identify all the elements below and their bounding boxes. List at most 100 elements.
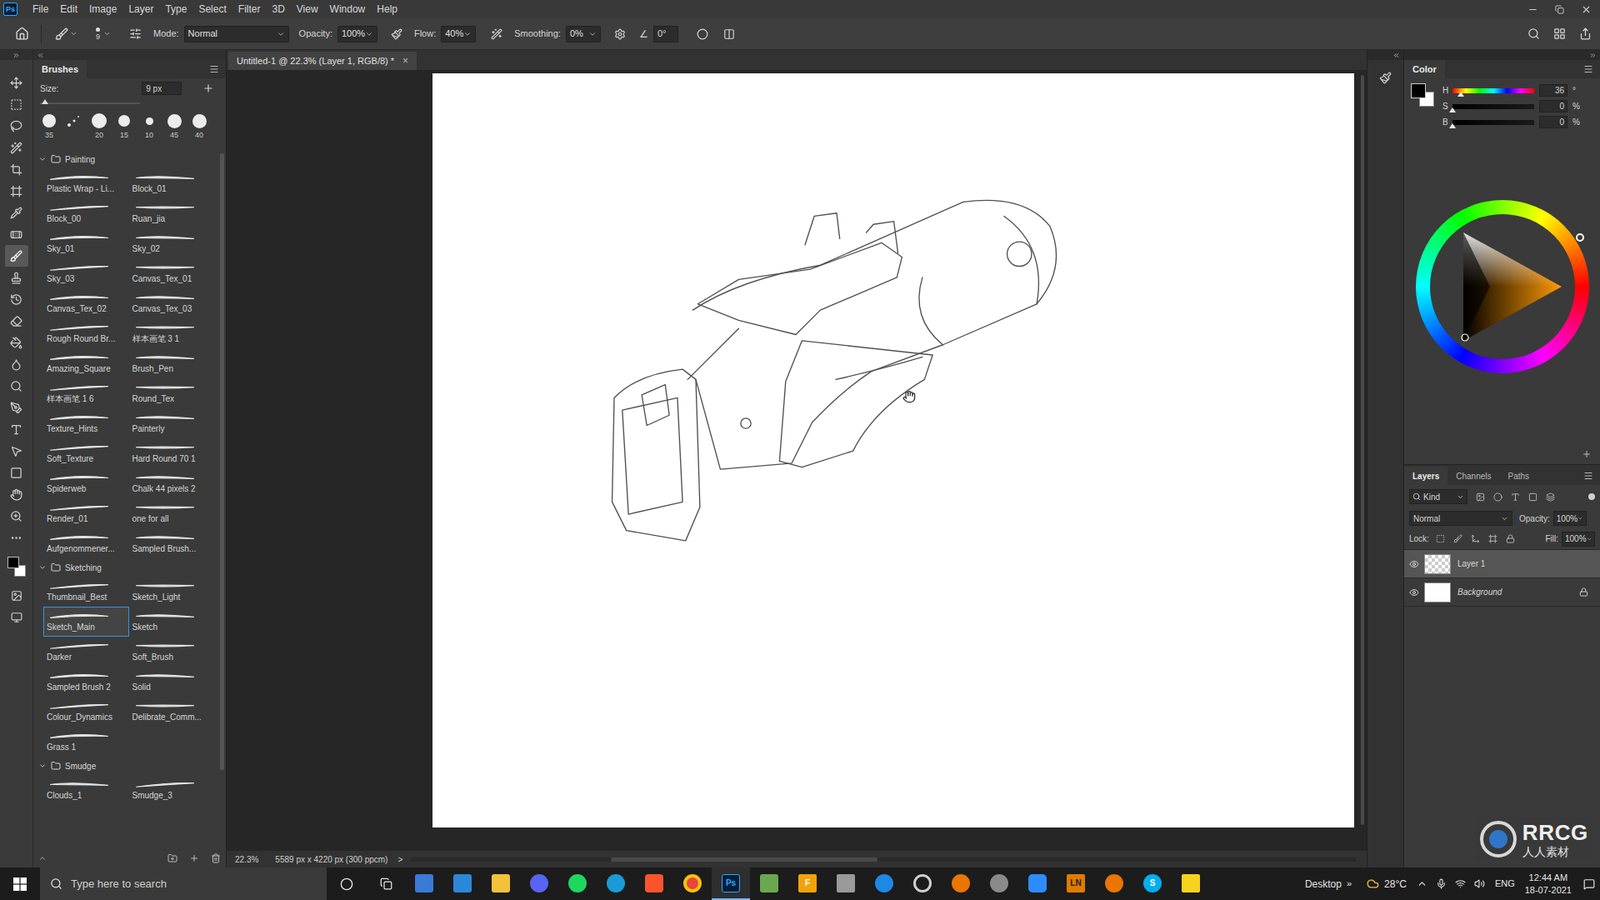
brush-tool-icon[interactable] xyxy=(55,27,69,41)
share-icon[interactable] xyxy=(1579,27,1592,40)
collapse-icon[interactable] xyxy=(1589,51,1597,60)
status-menu[interactable]: > xyxy=(397,853,403,866)
mic-icon[interactable] xyxy=(1435,878,1447,890)
cortana-button[interactable] xyxy=(326,877,367,891)
brush-item[interactable]: Block_00 xyxy=(43,198,130,229)
screen-mode-icon[interactable] xyxy=(10,611,23,624)
tool-button[interactable] xyxy=(5,418,29,440)
brushes-tab[interactable]: Brushes xyxy=(33,60,87,79)
layer-filter-select[interactable]: Kind xyxy=(1409,489,1468,505)
pressure-opacity-icon[interactable] xyxy=(390,28,403,40)
brush-item[interactable]: 样本画笔 1 6 xyxy=(43,378,130,409)
taskbar-app[interactable]: Ps xyxy=(711,867,750,900)
brush-item[interactable]: Spiderweb xyxy=(43,468,130,499)
taskbar-app[interactable] xyxy=(635,867,674,900)
brush-item[interactable]: Plastic Wrap - Li... xyxy=(43,168,130,199)
brush-item[interactable]: Canvas_Tex_02 xyxy=(43,288,130,319)
taskbar-app[interactable] xyxy=(941,867,980,900)
panel-menu-icon[interactable] xyxy=(1583,470,1594,481)
menu-item[interactable]: Filter xyxy=(238,1,261,17)
preset-brush[interactable]: 35 xyxy=(38,111,60,140)
opacity-field[interactable]: 100% xyxy=(337,25,378,43)
pressure-size-icon[interactable] xyxy=(696,28,709,40)
menu-item[interactable]: Image xyxy=(89,1,117,17)
tool-button[interactable] xyxy=(5,71,29,94)
brush-item[interactable]: Sky_01 xyxy=(43,228,130,259)
brush-picker-dropdown-icon[interactable] xyxy=(103,30,111,38)
tool-button[interactable] xyxy=(5,136,29,159)
search-icon[interactable] xyxy=(1527,27,1540,40)
taskbar-app[interactable] xyxy=(903,867,942,900)
clock[interactable]: 12:44 AM18-07-2021 xyxy=(1525,871,1572,897)
brush-item[interactable]: Soft_Brush xyxy=(129,636,215,667)
brush-item[interactable]: Sky_03 xyxy=(43,258,130,289)
tool-button[interactable] xyxy=(5,461,29,484)
taskbar-app[interactable] xyxy=(750,867,789,900)
brush-item[interactable]: Thumbnail_Best xyxy=(43,576,130,607)
layers-panel-tab[interactable]: Layers xyxy=(1404,466,1448,485)
menu-item[interactable]: Layer xyxy=(128,1,154,17)
brush-item[interactable]: Solid xyxy=(129,666,215,697)
resize-icon[interactable] xyxy=(38,854,47,863)
quick-mask-icon[interactable] xyxy=(10,590,23,602)
tool-button[interactable] xyxy=(5,266,29,289)
new-brush-icon[interactable] xyxy=(189,853,200,864)
brush-item[interactable]: 样本画笔 3 1 xyxy=(129,318,215,349)
preset-brush[interactable]: 10 xyxy=(138,111,160,140)
size-slider[interactable] xyxy=(33,98,226,109)
visibility-icon[interactable] xyxy=(1409,559,1420,570)
home-icon[interactable] xyxy=(15,26,30,41)
taskbar-app[interactable] xyxy=(558,867,597,900)
new-brush-icon[interactable] xyxy=(202,82,215,95)
canvas[interactable] xyxy=(432,73,1355,828)
tab-close[interactable]: × xyxy=(402,53,409,69)
menu-item[interactable]: File xyxy=(32,1,49,17)
taskbar-app[interactable]: S xyxy=(1133,867,1172,900)
brush-item[interactable]: Soft_Texture xyxy=(43,438,130,469)
taskbar-app[interactable] xyxy=(405,867,444,900)
restore-icon[interactable] xyxy=(1555,5,1565,15)
taskbar-app[interactable] xyxy=(1171,867,1210,900)
lock-pixels-icon[interactable] xyxy=(1453,534,1463,544)
brush-item[interactable]: Smudge_3 xyxy=(129,775,215,805)
weather-temperature[interactable]: 28°C xyxy=(1384,876,1407,892)
taskbar-app[interactable] xyxy=(1095,867,1134,900)
layers-panel-tab[interactable]: Channels xyxy=(1447,466,1500,485)
taskbar-app[interactable] xyxy=(826,867,865,900)
vertical-scrollbar[interactable] xyxy=(1358,70,1367,851)
brush-item[interactable]: Ruan_jia xyxy=(129,198,215,229)
tool-button[interactable] xyxy=(5,440,29,462)
mode-select[interactable]: Normal xyxy=(184,25,290,43)
start-button[interactable] xyxy=(0,867,40,900)
brush-group-header[interactable]: Sketching xyxy=(33,558,218,577)
menu-item[interactable]: Type xyxy=(165,1,187,17)
brush-item[interactable]: Texture_Hints xyxy=(43,408,130,439)
color-swatches[interactable] xyxy=(5,556,28,577)
tool-button[interactable] xyxy=(5,288,29,310)
pixel-filter-icon[interactable] xyxy=(1475,492,1485,502)
tool-preset-dropdown-icon[interactable] xyxy=(70,30,78,38)
network-icon[interactable] xyxy=(1455,878,1466,890)
brush-item[interactable]: Rough Round Br... xyxy=(43,318,130,349)
brush-item[interactable]: Round_Tex xyxy=(129,378,215,409)
smoothing-field[interactable]: 0% xyxy=(565,25,601,43)
preset-brush[interactable]: 45 xyxy=(163,111,185,140)
menu-item[interactable]: View xyxy=(296,1,319,17)
color-value-field[interactable]: 0 xyxy=(1539,100,1568,113)
brush-item[interactable]: Block_01 xyxy=(129,168,215,199)
shape-filter-icon[interactable] xyxy=(1528,492,1538,502)
tool-button[interactable] xyxy=(5,526,29,549)
color-value-field[interactable]: 0 xyxy=(1539,115,1568,129)
brush-item[interactable]: Render_01 xyxy=(43,498,130,529)
brushes-scrollbar[interactable] xyxy=(217,150,226,850)
symmetry-icon[interactable] xyxy=(723,28,735,40)
filter-toggle[interactable] xyxy=(1588,493,1595,500)
brush-item[interactable]: Chalk 44 pixels 2 xyxy=(129,468,215,499)
menu-item[interactable]: Select xyxy=(198,1,226,17)
minimize-icon[interactable] xyxy=(1527,4,1539,15)
menu-item[interactable]: 3D xyxy=(271,1,285,17)
brush-item[interactable]: Delibrate_Comm... xyxy=(129,696,215,727)
adjustment-filter-icon[interactable] xyxy=(1493,492,1503,502)
toolbar-expand[interactable]: » xyxy=(1346,876,1352,891)
layer-row[interactable]: Layer 1 xyxy=(1404,550,1600,579)
